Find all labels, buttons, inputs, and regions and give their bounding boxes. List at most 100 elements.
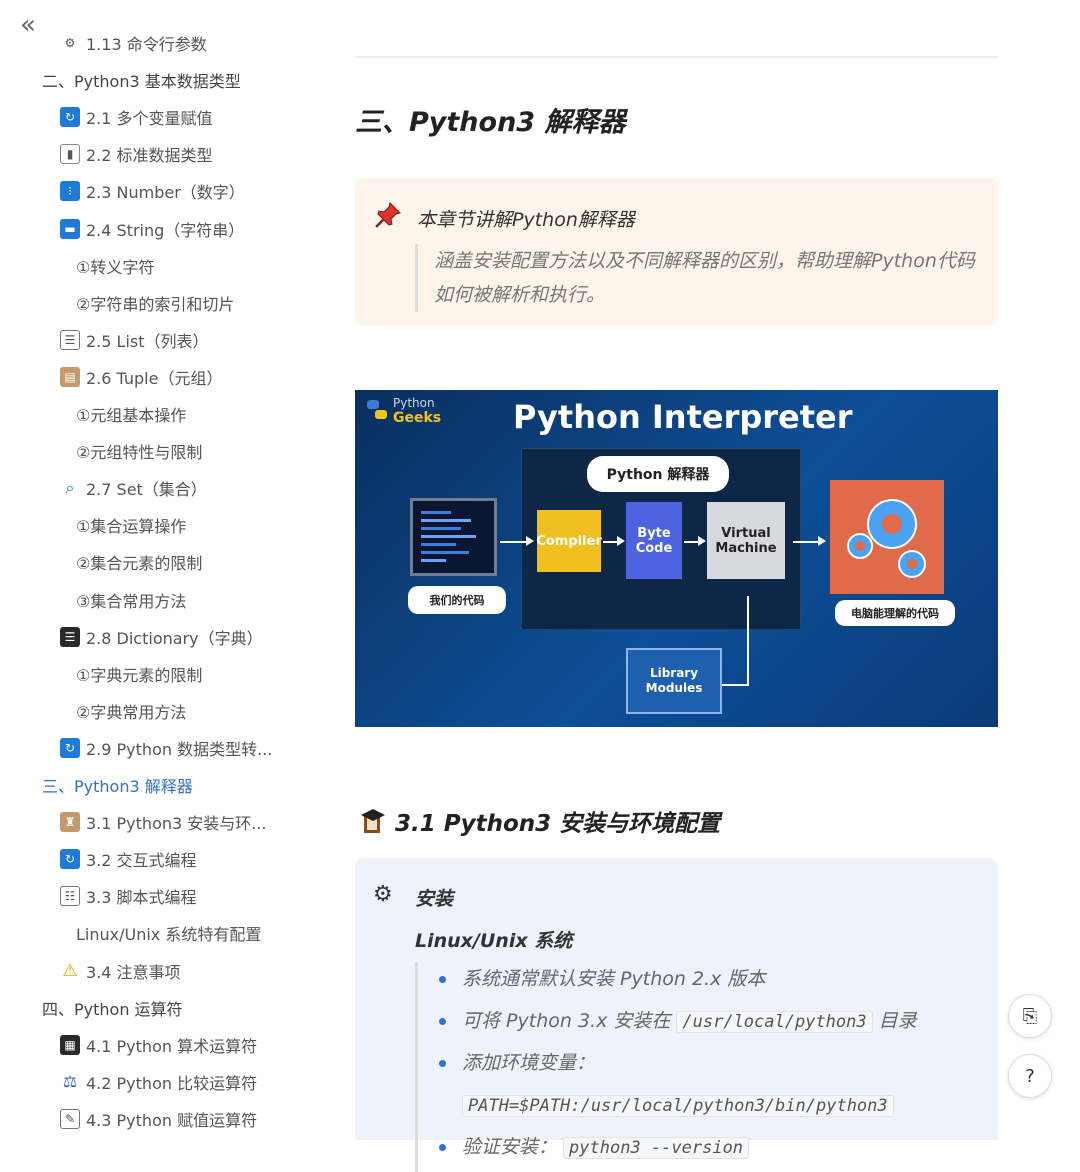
toc-item[interactable]: ✎ 4.3 Python 赋值运算符 xyxy=(60,1104,257,1134)
toc-item[interactable]: ☷ 3.3 脚本式编程 xyxy=(60,881,197,911)
toc-item[interactable]: ⌕ 2.7 Set（集合） xyxy=(60,473,207,503)
toc-item[interactable]: ③集合常用方法 xyxy=(76,585,186,615)
toc-item-label: 2.2 标准数据类型 xyxy=(86,146,213,166)
machine-code-label: 电脑能理解的代码 xyxy=(835,600,955,626)
toc-item[interactable]: 三、Python3 解释器 xyxy=(42,770,193,800)
arrowhead xyxy=(617,536,625,546)
brand-top: Python xyxy=(393,396,435,410)
toc-item-label: 4.2 Python 比较运算符 xyxy=(86,1073,258,1093)
toc-item-label: 3.2 交互式编程 xyxy=(86,851,197,871)
gear-icon: ⚙ xyxy=(64,36,76,50)
help-button[interactable]: ? xyxy=(1008,1054,1052,1098)
grid-icon: ⁝ xyxy=(60,181,80,202)
toc-item-label: 1.13 命令行参数 xyxy=(86,35,207,54)
toc-item-label: ①字典元素的限制 xyxy=(76,665,203,685)
toc-item[interactable]: ①集合运算操作 xyxy=(76,510,186,540)
toc-item[interactable]: ②字符串的索引和切片 xyxy=(76,288,234,318)
arrowhead xyxy=(698,536,706,546)
toc-item[interactable]: ☰ 2.5 List（列表） xyxy=(60,325,209,355)
toc-item[interactable]: ▦ 4.1 Python 算术运算符 xyxy=(60,1030,257,1060)
toc-item-label: 四、Python 运算符 xyxy=(42,999,183,1019)
toc-item[interactable]: ①元组基本操作 xyxy=(76,399,186,429)
toc-item[interactable]: ⁝ 2.3 Number（数字） xyxy=(60,176,245,206)
toc-item[interactable]: ♜ 3.1 Python3 安装与环... xyxy=(60,807,267,837)
toc-item[interactable]: Linux/Unix 系统特有配置 xyxy=(76,918,261,948)
clipboard-icon: ☰ xyxy=(60,329,80,350)
document-button[interactable]: ⎘ xyxy=(1008,994,1052,1038)
figure-title: Python Interpreter xyxy=(513,398,853,436)
toc-item-label: ②元组特性与限制 xyxy=(76,443,203,463)
code-version: python3 --version xyxy=(563,1137,750,1159)
toc-item[interactable]: ②字典常用方法 xyxy=(76,696,186,726)
toc-item-label: 2.6 Tuple（元组） xyxy=(86,368,223,388)
book-icon: ▤ xyxy=(60,366,80,387)
section-title: 三、Python3 解释器 xyxy=(355,107,626,138)
toc-item-label: ①集合运算操作 xyxy=(76,517,187,537)
os-title: Linux/Unix 系统 xyxy=(415,930,573,952)
arrowhead xyxy=(818,536,826,546)
toc-item-label: ②集合元素的限制 xyxy=(76,554,203,574)
library-modules-box: Library Modules xyxy=(626,648,722,714)
toc-item[interactable]: ⚙ 1.13 命令行参数 xyxy=(60,28,207,58)
compiler-box: Compiler xyxy=(536,510,602,572)
toc-item[interactable]: ↻ 3.2 交互式编程 xyxy=(60,844,197,874)
toc-item[interactable]: ▬ 2.4 String（字符串） xyxy=(60,214,244,244)
toc-item-label: 二、Python3 基本数据类型 xyxy=(42,72,241,92)
byte-code-box: Byte Code xyxy=(626,502,682,579)
toc-item[interactable]: ⚖ 4.2 Python 比较运算符 xyxy=(60,1067,257,1097)
toc-item[interactable]: ▤ 2.6 Tuple（元组） xyxy=(60,362,222,392)
collapse-sidebar-icon[interactable]: « xyxy=(20,10,48,40)
list-item: 系统通常默认安装 Python 2.x 版本 xyxy=(436,962,985,1004)
toc-item-label: 3.4 注意事项 xyxy=(86,962,181,982)
toc-item[interactable]: ▮ 2.2 标准数据类型 xyxy=(60,139,213,169)
toc-item-label: 2.5 List（列表） xyxy=(86,331,209,351)
warning-icon: ⚠ xyxy=(62,960,78,981)
our-code-label: 我们的代码 xyxy=(408,586,506,614)
toc-item[interactable]: ②元组特性与限制 xyxy=(76,436,202,466)
toc-item[interactable]: ☰ 2.8 Dictionary（字典） xyxy=(60,622,263,652)
toc-item-label: 4.1 Python 算术运算符 xyxy=(86,1036,258,1056)
toc-item-label: 三、Python3 解释器 xyxy=(42,777,193,796)
document-icon: ⎘ xyxy=(1022,1005,1038,1027)
toc-item[interactable]: ①字典元素的限制 xyxy=(76,659,202,689)
main-content: 三、Python3 解释器 本章节讲解Python解释器 涵盖安装配置方法以及不… xyxy=(355,0,1000,1172)
toc-item[interactable]: ↻ 2.9 Python 数据类型转... xyxy=(60,733,272,763)
arrow-library-h xyxy=(722,684,748,686)
toc-item-label: 2.7 Set（集合） xyxy=(86,480,207,500)
scroll-icon: ☷ xyxy=(60,886,80,907)
interpreter-bubble: Python 解释器 xyxy=(587,456,729,492)
toc-sidebar: « ⚙ 1.13 命令行参数二、Python3 基本数据类型 ↻ 2.1 多个变量赋值… xyxy=(0,0,330,1140)
arrow-library-v xyxy=(747,596,749,686)
toc-item-label: 3.3 脚本式编程 xyxy=(86,888,197,908)
arrowhead xyxy=(526,536,534,546)
graduation-cap-icon xyxy=(359,807,387,835)
toc-item[interactable]: ①转义字符 xyxy=(76,251,154,281)
toc-item-label: 2.9 Python 数据类型转... xyxy=(86,739,273,759)
toc-item-label: 2.3 Number（数字） xyxy=(86,183,245,203)
subsection-title-text: 3.1 Python3 安装与环境配置 xyxy=(395,811,721,837)
abacus-icon: ▦ xyxy=(60,1034,80,1055)
help-icon: ? xyxy=(1025,1065,1035,1087)
toc-item-label: 4.3 Python 赋值运算符 xyxy=(86,1110,258,1130)
install-bullets: 系统通常默认安装 Python 2.x 版本 可将 Python 3.x 安装在… xyxy=(415,962,985,1172)
toc-item[interactable]: 四、Python 运算符 xyxy=(42,993,183,1023)
pythongeeks-logo: Python Geeks xyxy=(363,396,443,426)
bar-chart-icon: ▮ xyxy=(60,144,80,165)
chapter-note: 本章节讲解Python解释器 涵盖安装配置方法以及不同解释器的区别，帮助理解Py… xyxy=(355,178,998,326)
divider xyxy=(355,56,998,58)
toc-item-label: 2.1 多个变量赋值 xyxy=(86,109,213,129)
toc-item-label: ②字符串的索引和切片 xyxy=(76,294,235,314)
scales-icon: ⚖ xyxy=(62,1072,78,1092)
python-interpreter-diagram: Python Geeks Python Interpreter Python 解… xyxy=(355,390,998,727)
pushpin-icon xyxy=(373,200,403,230)
toc-item-label: ②字典常用方法 xyxy=(76,702,187,722)
toc-item[interactable]: 二、Python3 基本数据类型 xyxy=(42,65,241,95)
brand-bottom: Geeks xyxy=(393,410,442,426)
toc-item[interactable]: ⚠ 3.4 注意事项 xyxy=(60,956,181,986)
memo-icon: ✎ xyxy=(60,1108,80,1129)
gears-icon xyxy=(830,480,944,594)
list-item: PATH=$PATH:/usr/local/python3/bin/python… xyxy=(436,1088,985,1130)
toc-item[interactable]: ↻ 2.1 多个变量赋值 xyxy=(60,102,213,132)
graduation-cap-icon: ♜ xyxy=(60,812,80,833)
toc-item[interactable]: ②集合元素的限制 xyxy=(76,547,202,577)
